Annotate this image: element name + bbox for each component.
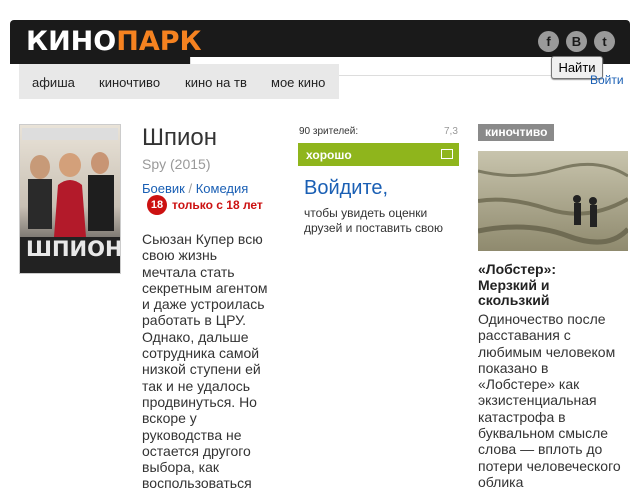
site-logo[interactable]: КИНОПАРК: [26, 26, 202, 57]
nav-item-afisha[interactable]: афиша: [32, 75, 75, 90]
comment-icon: [441, 149, 453, 159]
movie-genres: Боевик / Комедия: [142, 181, 248, 196]
article-photo: [478, 151, 628, 251]
facebook-icon[interactable]: f: [538, 31, 559, 52]
login-link[interactable]: Войти: [590, 73, 624, 87]
logo-part-kino: КИНО: [26, 26, 117, 57]
article-image[interactable]: [478, 151, 628, 251]
genre-separator: /: [184, 181, 196, 196]
login-prompt-text: чтобы увидеть оценки друзей и поставить …: [304, 206, 443, 235]
nav-item-kino-na-tv[interactable]: кино на тв: [185, 75, 247, 90]
logo-part-park: ПАРК: [116, 26, 202, 57]
movie-poster[interactable]: ШПИОН: [19, 124, 121, 274]
genre-link-comedy[interactable]: Комедия: [196, 181, 249, 196]
movie-title: Шпион: [142, 124, 217, 151]
viewers-count: 90 зрителей:: [299, 126, 359, 137]
rating-bar[interactable]: хорошо: [298, 143, 459, 166]
vk-icon[interactable]: B: [566, 31, 587, 52]
nav-item-moe-kino[interactable]: мое кино: [271, 75, 325, 90]
age-rating-text: только с 18 лет: [172, 198, 263, 212]
article-title[interactable]: «Лобстер»: Мерзкий и скользкий: [478, 261, 618, 309]
movie-original-title: Spy (2015): [142, 156, 211, 172]
movie-description: Сьюзан Купер всю свою жизнь мечтала стат…: [142, 231, 268, 492]
article-excerpt: Одиночество после расставания с любимым …: [478, 311, 621, 490]
twitter-icon[interactable]: t: [594, 31, 615, 52]
login-prompt-link[interactable]: Войдите,: [304, 177, 388, 200]
sidebar-tag[interactable]: киночтиво: [478, 124, 555, 141]
main-nav: афиша киночтиво кино на тв мое кино: [19, 64, 339, 99]
poster-title: ШПИОН: [26, 237, 121, 261]
age-rating-badge: 18: [147, 195, 167, 215]
nav-item-kinochtivo[interactable]: киночтиво: [99, 75, 160, 90]
rating-score: 7,3: [444, 126, 458, 137]
rating-label: хорошо: [306, 148, 352, 162]
genre-link-action[interactable]: Боевик: [142, 181, 185, 196]
